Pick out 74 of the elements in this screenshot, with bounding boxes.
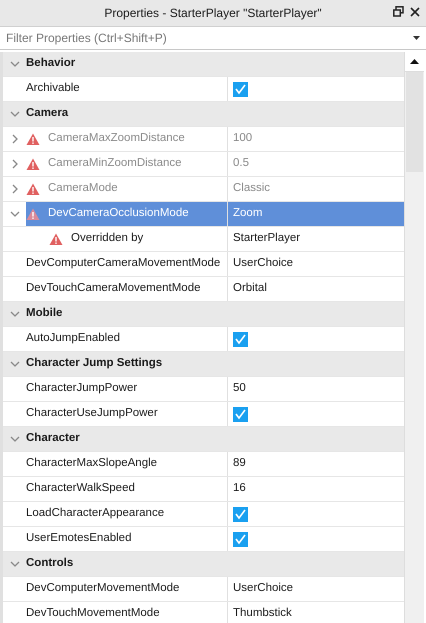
scroll-thumb[interactable] <box>406 72 423 172</box>
checkmark-icon <box>234 408 247 420</box>
checkmark-icon <box>234 533 247 545</box>
property-name: CharacterJumpPower <box>26 381 138 396</box>
property-value: 89 <box>233 456 246 472</box>
property-value: UserChoice <box>233 256 294 272</box>
checkbox[interactable] <box>233 506 248 522</box>
property-name: DevComputerCameraMovementMode <box>26 256 220 272</box>
property-name: LoadCharacterAppearance <box>26 506 164 522</box>
checkmark-icon <box>234 83 247 95</box>
section-title: Character <box>26 431 80 446</box>
section-header[interactable]: Mobile <box>3 302 404 327</box>
property-row[interactable]: CharacterMaxSlopeAngle 89 <box>3 452 404 477</box>
checkbox[interactable] <box>233 82 248 96</box>
section-header[interactable]: Character <box>3 427 404 452</box>
scrollbar[interactable] <box>404 52 424 623</box>
property-name: Archivable <box>26 81 80 96</box>
property-value: 16 <box>233 481 246 496</box>
checkbox[interactable] <box>233 532 248 546</box>
property-name: CameraMaxZoomDistance <box>48 131 185 146</box>
collapse-chevron-icon[interactable] <box>10 209 20 219</box>
collapse-chevron-icon[interactable] <box>10 559 20 569</box>
property-value: 0.5 <box>233 156 249 172</box>
property-name: Overridden by <box>71 231 144 246</box>
property-value: Zoom <box>233 206 262 222</box>
property-name: DevTouchCameraMovementMode <box>26 281 200 296</box>
property-name: CameraMode <box>48 181 118 196</box>
section-header[interactable]: Character Jump Settings <box>3 352 404 377</box>
checkbox[interactable] <box>233 332 248 346</box>
checkmark-icon <box>234 333 247 345</box>
property-value: StarterPlayer <box>233 231 300 246</box>
section-title: Behavior <box>26 56 76 72</box>
checkbox[interactable] <box>233 406 248 422</box>
window-title: Properties - StarterPlayer "StarterPlayer" <box>104 5 322 22</box>
property-value: Classic <box>233 181 270 196</box>
property-row[interactable]: DevComputerMovementMode UserChoice <box>3 577 404 602</box>
section-header[interactable]: Camera <box>3 102 404 127</box>
section-title: Controls <box>26 556 74 572</box>
property-name: DevTouchMovementMode <box>26 606 160 622</box>
section-header[interactable]: Behavior <box>3 52 404 77</box>
collapse-chevron-icon[interactable] <box>10 359 20 369</box>
property-name: UserEmotesEnabled <box>26 531 132 546</box>
collapse-chevron-icon[interactable] <box>10 109 20 119</box>
collapse-chevron-icon[interactable] <box>10 434 20 444</box>
property-name: CharacterWalkSpeed <box>26 481 135 496</box>
section-title: Camera <box>26 106 68 122</box>
section-title: Mobile <box>26 306 62 322</box>
up-arrow-icon <box>410 59 419 64</box>
property-row[interactable]: DevComputerCameraMovementMode UserChoice <box>3 252 404 277</box>
property-row[interactable]: Overridden by StarterPlayer <box>3 227 404 252</box>
property-name: CharacterMaxSlopeAngle <box>26 456 158 472</box>
property-row[interactable]: CharacterJumpPower 50 <box>3 377 404 402</box>
collapse-chevron-icon[interactable] <box>10 59 20 69</box>
property-row[interactable]: LoadCharacterAppearance <box>3 502 404 527</box>
section-header[interactable]: Controls <box>3 552 404 577</box>
close-icon[interactable] <box>410 6 420 16</box>
property-name: CameraMinZoomDistance <box>48 156 182 172</box>
property-name: DevCameraOcclusionMode <box>48 206 189 222</box>
checkmark-icon <box>234 508 247 520</box>
property-value: Orbital <box>233 281 267 296</box>
collapse-chevron-icon[interactable] <box>10 309 20 319</box>
filter-field[interactable]: Filter Properties (Ctrl+Shift+P) <box>0 27 413 49</box>
property-name: DevComputerMovementMode <box>26 581 180 596</box>
scroll-up-button[interactable] <box>405 52 424 72</box>
property-value: 100 <box>233 131 252 146</box>
property-value: UserChoice <box>233 581 294 596</box>
property-value: Thumbstick <box>233 606 292 622</box>
float-window-icon[interactable] <box>393 6 404 17</box>
section-title: Character Jump Settings <box>26 356 162 372</box>
property-row[interactable]: CharacterWalkSpeed 16 <box>3 477 404 502</box>
dropdown-caret-icon[interactable] <box>413 36 420 40</box>
property-name: CharacterUseJumpPower <box>26 406 158 422</box>
property-name: AutoJumpEnabled <box>26 331 120 346</box>
property-value: 50 <box>233 381 246 396</box>
